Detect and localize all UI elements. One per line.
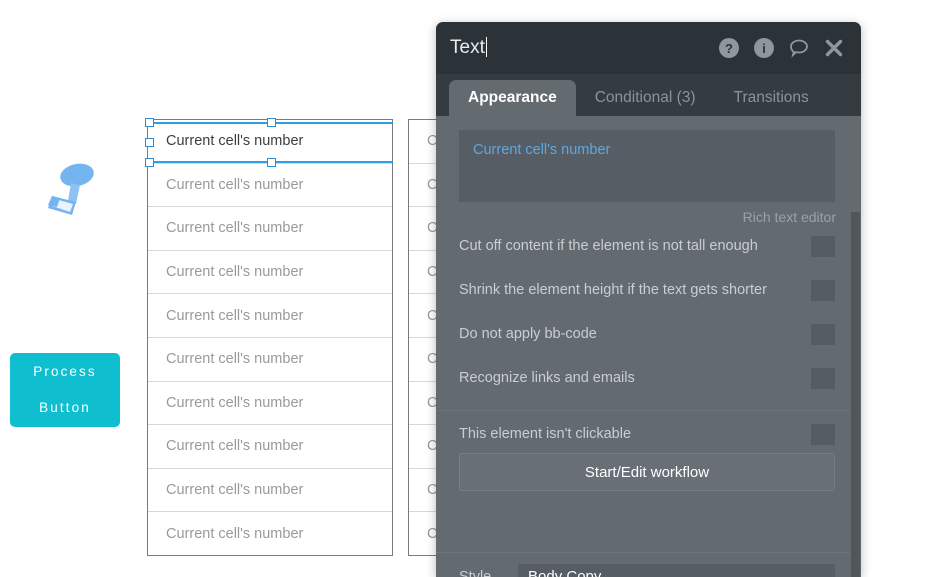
text-caret <box>485 37 488 57</box>
option-no-bb-code[interactable]: Do not apply bb-code <box>459 323 835 345</box>
checkbox-shrink-height[interactable] <box>811 279 835 301</box>
table-row[interactable]: Current cell's number <box>148 469 392 513</box>
checkbox-no-bb-code[interactable] <box>811 323 835 345</box>
option-label: Cut off content if the element is not ta… <box>459 238 758 254</box>
process-button-line1: Process <box>33 364 97 379</box>
checkbox-not-clickable[interactable] <box>811 423 835 445</box>
style-label: Style <box>459 569 492 577</box>
table-row[interactable]: Current cell's number <box>148 425 392 469</box>
workflow-button-label: Start/Edit workflow <box>584 463 710 481</box>
option-not-clickable[interactable]: This element isn't clickable <box>459 423 835 445</box>
table-row[interactable]: Current cell's number <box>148 207 392 251</box>
option-label: Do not apply bb-code <box>459 326 597 342</box>
cell-text: Current cell's number <box>166 351 304 368</box>
element-name-input[interactable]: Text <box>450 37 489 59</box>
tab-label: Appearance <box>468 89 557 106</box>
option-label: This element isn't clickable <box>459 426 632 442</box>
panel-header-icons: ? i <box>718 37 845 59</box>
table-row[interactable]: Current cell's number <box>148 251 392 295</box>
table-row[interactable]: Current cell's number <box>148 120 392 164</box>
table-row[interactable]: Current cell's number <box>148 294 392 338</box>
style-dropdown-value: Body Copy <box>528 568 602 577</box>
table-row[interactable]: Current cell's number <box>148 164 392 208</box>
cell-text: Current cell's number <box>166 307 304 324</box>
option-label: Recognize links and emails <box>459 370 635 386</box>
panel-scrollbar-thumb[interactable] <box>851 212 860 577</box>
table-row[interactable]: Current cell's number <box>148 382 392 426</box>
lamp-icon <box>38 158 110 222</box>
tab-transitions[interactable]: Transitions <box>715 80 828 116</box>
start-edit-workflow-button[interactable]: Start/Edit workflow <box>459 453 835 491</box>
checkbox-recognize-links[interactable] <box>811 367 835 389</box>
editor-window: Process Button Current cell's number Cur… <box>0 0 949 577</box>
cell-text: Current cell's number <box>166 220 304 237</box>
element-name-value: Text <box>450 37 485 58</box>
svg-text:?: ? <box>725 41 733 56</box>
process-button-line2: Button <box>39 400 91 415</box>
cell-text: Current cell's number <box>166 526 304 543</box>
repeating-group-left[interactable]: Current cell's number Current cell's num… <box>147 119 393 556</box>
table-row[interactable]: Current cell's number <box>148 512 392 556</box>
cell-text: Current cell's number <box>166 482 304 499</box>
cell-text: Current cell's number <box>166 438 304 455</box>
tab-label: Conditional (3) <box>594 89 696 106</box>
tab-appearance[interactable]: Appearance <box>449 80 576 116</box>
option-cut-off-content[interactable]: Cut off content if the element is not ta… <box>459 235 835 257</box>
comment-icon[interactable] <box>788 37 810 59</box>
process-button[interactable]: Process Button <box>10 353 120 427</box>
help-icon[interactable]: ? <box>718 37 740 59</box>
tab-label: Transitions <box>733 89 809 106</box>
info-icon[interactable]: i <box>753 37 775 59</box>
rich-text-value: Current cell's number <box>473 142 611 158</box>
cell-text: Current cell's number <box>166 133 304 150</box>
style-row: Style Body Copy <box>436 553 861 577</box>
svg-text:i: i <box>762 41 766 56</box>
section-divider <box>436 410 861 411</box>
rich-text-editor-caption: Rich text editor <box>742 209 836 225</box>
tab-conditional[interactable]: Conditional (3) <box>576 80 715 116</box>
option-shrink-height[interactable]: Shrink the element height if the text ge… <box>459 279 835 301</box>
panel-header: Text ? i <box>436 22 861 74</box>
cell-text: Current cell's number <box>166 394 304 411</box>
checkbox-cut-off-content[interactable] <box>811 235 835 257</box>
cell-text: Current cell's number <box>166 264 304 281</box>
element-property-editor[interactable]: Text ? i Appearance Conditional (3) Tran… <box>436 22 861 577</box>
option-label: Shrink the element height if the text ge… <box>459 282 767 298</box>
panel-body: Current cell's number Rich text editor C… <box>436 116 861 577</box>
cell-text: Current cell's number <box>166 176 304 193</box>
table-row[interactable]: Current cell's number <box>148 338 392 382</box>
panel-tabs: Appearance Conditional (3) Transitions <box>436 74 861 116</box>
option-recognize-links[interactable]: Recognize links and emails <box>459 367 835 389</box>
style-dropdown[interactable]: Body Copy <box>518 564 835 577</box>
rich-text-editor-field[interactable]: Current cell's number <box>459 130 835 202</box>
close-icon[interactable] <box>823 37 845 59</box>
